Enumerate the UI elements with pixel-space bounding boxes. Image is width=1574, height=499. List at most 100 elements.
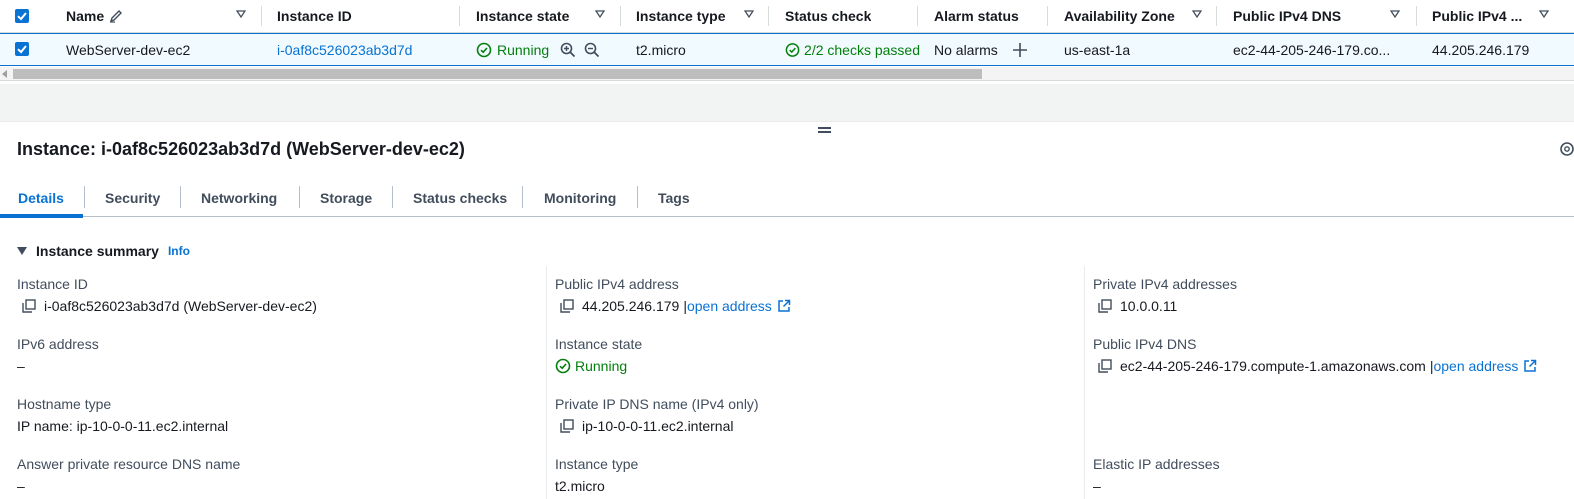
instance-id-link[interactable]: i-0af8c526023ab3d7d [277, 34, 412, 66]
column-header-instance-state[interactable]: Instance state [476, 0, 569, 32]
column-header-label: Public IPv4 DNS [1233, 8, 1342, 24]
scroll-left-arrow-icon[interactable] [2, 70, 7, 78]
sort-icon[interactable] [1539, 9, 1549, 19]
public-ipv4-value: 44.205.246.179 | open address [560, 298, 791, 314]
resize-handle-icon[interactable] [818, 127, 831, 135]
column-header-label: Instance type [636, 8, 726, 24]
column-resizer[interactable] [620, 6, 621, 26]
add-alarm-icon[interactable] [1012, 42, 1028, 58]
sort-icon[interactable] [1390, 9, 1400, 19]
column-header-name[interactable]: Name [66, 0, 226, 32]
open-address-link[interactable]: open address [1433, 358, 1518, 374]
column-header-public-ipv4-dns[interactable]: Public IPv4 DNS [1233, 0, 1341, 32]
copy-icon[interactable] [22, 299, 36, 313]
table-header: Name Instance ID Instance state Instance… [0, 0, 1574, 33]
cell-alarm-status: No alarms [934, 42, 998, 58]
field-label: Hostname type [17, 396, 112, 412]
copy-icon[interactable] [560, 299, 574, 313]
row-checkbox[interactable] [15, 42, 29, 56]
zoom-in-icon[interactable] [560, 42, 576, 58]
column-header-label: Alarm status [934, 8, 1019, 24]
field-label: Public IPv4 address [555, 276, 679, 292]
instances-table: Name Instance ID Instance state Instance… [0, 0, 1574, 84]
column-header-status-check[interactable]: Status check [785, 0, 871, 32]
tab-divider [84, 186, 85, 208]
private-ipv4-value: 10.0.0.11 [1098, 298, 1177, 314]
field-label: Instance type [555, 456, 639, 472]
column-header-label: Status check [785, 8, 872, 24]
check-circle-icon [785, 43, 800, 57]
column-header-instance-id[interactable]: Instance ID [277, 0, 352, 32]
value-text: Running [575, 358, 628, 374]
instance-type-value: t2.micro [555, 478, 605, 494]
column-resizer[interactable] [1416, 6, 1417, 26]
tab-monitoring[interactable]: Monitoring [544, 179, 616, 216]
column-resizer[interactable] [1216, 6, 1217, 26]
instance-summary-header[interactable]: Instance summary Info [17, 243, 190, 259]
copy-icon[interactable] [560, 419, 574, 433]
tab-networking[interactable]: Networking [201, 179, 277, 216]
caret-down-icon [17, 247, 27, 255]
column-resizer[interactable] [1047, 6, 1048, 26]
column-resizer[interactable] [917, 6, 918, 26]
external-link-icon[interactable] [1523, 359, 1537, 373]
check-circle-icon [476, 42, 492, 58]
tab-status-checks[interactable]: Status checks [413, 179, 507, 216]
field-label: Public IPv4 DNS [1093, 336, 1197, 352]
open-address-link[interactable]: open address [687, 298, 772, 314]
copy-icon[interactable] [1098, 299, 1112, 313]
tab-divider [522, 186, 523, 208]
field-label: Instance state [555, 336, 643, 352]
value-text: 44.205.246.179 [582, 298, 680, 314]
tab-security[interactable]: Security [105, 179, 160, 216]
sort-icon[interactable] [236, 9, 246, 19]
column-header-availability-zone[interactable]: Availability Zone [1064, 0, 1175, 32]
value-text: i-0af8c526023ab3d7d (WebServer-dev-ec2) [44, 298, 317, 314]
column-header-public-ipv4[interactable]: Public IPv4 ... [1432, 0, 1522, 32]
field-label: Private IP DNS name (IPv4 only) [555, 396, 759, 412]
tab-divider [637, 186, 638, 208]
column-header-instance-type[interactable]: Instance type [636, 0, 725, 32]
gear-icon[interactable] [1558, 140, 1574, 158]
scrollbar-thumb[interactable] [13, 69, 982, 79]
value-text: ip-10-0-0-11.ec2.internal [582, 418, 734, 434]
instance-id-value: i-0af8c526023ab3d7d (WebServer-dev-ec2) [22, 298, 317, 314]
ipv6-value: – [17, 358, 25, 374]
field-label: Private IPv4 addresses [1093, 276, 1237, 292]
column-divider [1084, 266, 1085, 499]
info-link[interactable]: Info [168, 244, 190, 258]
horizontal-scrollbar[interactable] [0, 67, 1574, 81]
cell-status-check[interactable]: 2/2 checks passed [785, 34, 920, 66]
table-row[interactable]: WebServer-dev-ec2 i-0af8c526023ab3d7d Ru… [0, 33, 1574, 66]
details-tabs: Details Security Networking Storage Stat… [0, 179, 1574, 217]
external-link-icon[interactable] [777, 299, 791, 313]
elastic-ip-value: – [1093, 478, 1101, 494]
section-title: Instance summary [36, 243, 159, 259]
tab-tags[interactable]: Tags [658, 179, 690, 216]
tab-details[interactable]: Details [18, 179, 64, 216]
column-resizer[interactable] [768, 6, 769, 26]
sort-icon[interactable] [595, 9, 605, 19]
field-label: Answer private resource DNS name [17, 456, 241, 472]
public-dns-value: ec2-44-205-246-179.compute-1.amazonaws.c… [1098, 358, 1537, 374]
cell-availability-zone: us-east-1a [1064, 42, 1131, 58]
split-panel-gap [0, 84, 1574, 122]
sort-icon[interactable] [744, 9, 754, 19]
cell-name: WebServer-dev-ec2 [66, 42, 191, 58]
column-header-label: Instance ID [277, 8, 352, 24]
copy-icon[interactable] [1098, 359, 1112, 373]
edit-pencil-icon[interactable] [109, 9, 123, 23]
status-check-text: 2/2 checks passed [804, 42, 920, 58]
state-text: Running [497, 42, 550, 58]
cell-instance-state: Running [476, 34, 549, 66]
select-all-checkbox[interactable] [15, 9, 29, 23]
column-header-label: Name [66, 8, 105, 24]
sort-icon[interactable] [1192, 9, 1202, 19]
details-title: Instance: i-0af8c526023ab3d7d (WebServer… [17, 139, 465, 159]
tab-storage[interactable]: Storage [320, 179, 372, 216]
column-resizer[interactable] [459, 6, 460, 26]
column-resizer[interactable] [261, 6, 262, 26]
column-divider [546, 266, 547, 499]
column-header-alarm-status[interactable]: Alarm status [934, 0, 1019, 32]
zoom-out-icon[interactable] [584, 42, 600, 58]
